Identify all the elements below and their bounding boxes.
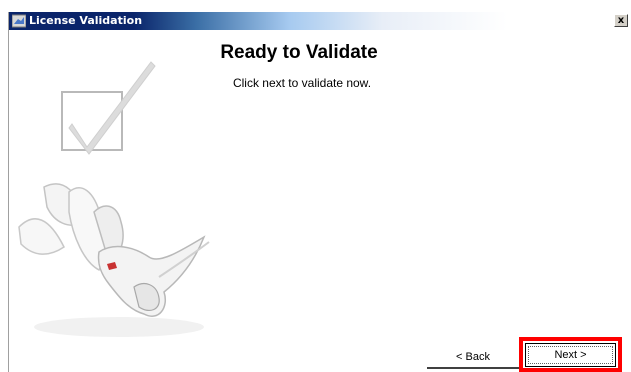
rhino-logo bbox=[18, 183, 210, 337]
title-bar[interactable]: License Validation x bbox=[9, 12, 631, 30]
checkmark-icon bbox=[61, 61, 156, 155]
decorative-art bbox=[18, 61, 210, 337]
back-button[interactable]: < Back bbox=[427, 346, 519, 369]
page-heading: Ready to Validate bbox=[220, 42, 378, 63]
license-validation-window: License Validation x Ready to Validate C… bbox=[8, 12, 631, 372]
instruction-text: Click next to validate now. bbox=[232, 76, 372, 90]
close-button[interactable]: x bbox=[614, 14, 628, 27]
next-button[interactable]: Next > bbox=[525, 343, 616, 367]
app-icon bbox=[12, 14, 26, 28]
window-title: License Validation bbox=[29, 14, 143, 27]
